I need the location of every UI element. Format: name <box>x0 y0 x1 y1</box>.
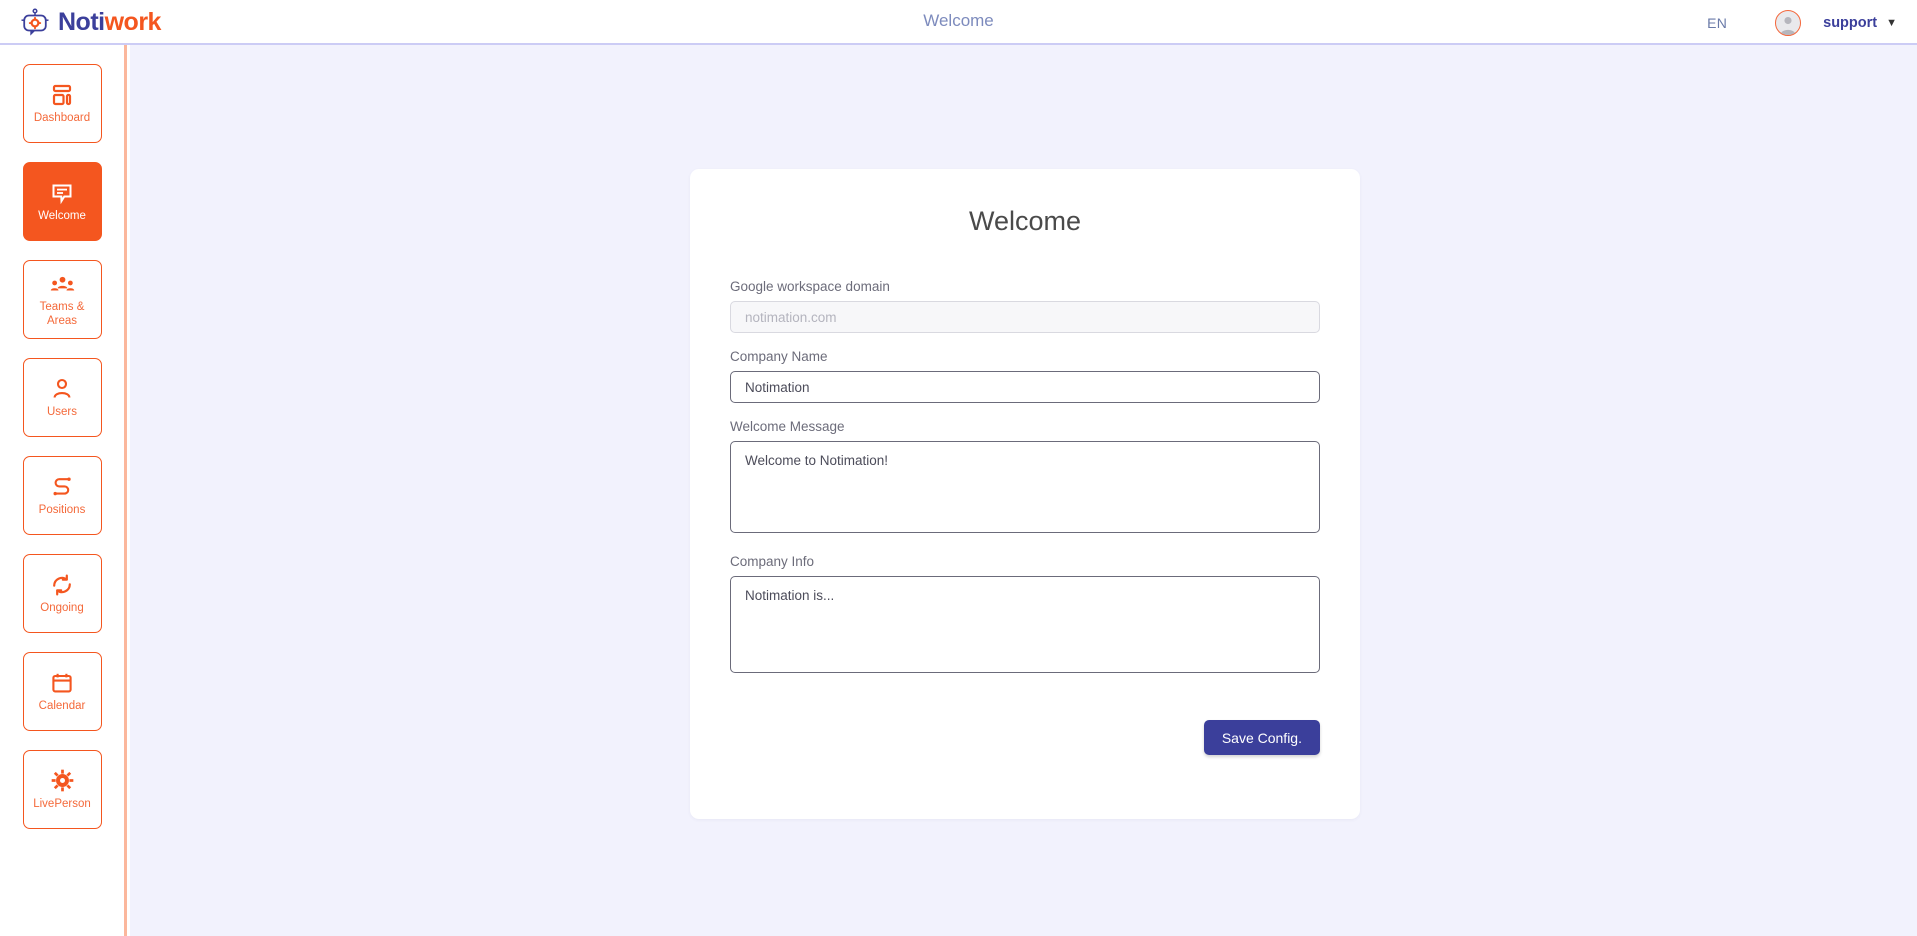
sidebar-item-ongoing[interactable]: Ongoing <box>22 554 102 633</box>
field-company-name: Company Name <box>730 349 1320 403</box>
domain-input[interactable] <box>730 301 1320 333</box>
company-name-input[interactable] <box>730 371 1320 403</box>
gear-sun-icon <box>49 768 75 794</box>
sidebar: Dashboard Welcome Teams & Areas Users Po… <box>0 45 127 936</box>
sidebar-item-dashboard[interactable]: Dashboard <box>22 64 102 143</box>
form-actions: Save Config. <box>730 720 1320 755</box>
header-actions: EN support ▼ <box>1707 0 1897 45</box>
calendar-icon <box>49 670 75 696</box>
domain-label: Google workspace domain <box>730 279 890 294</box>
app-header: Notiwork Welcome EN support ▼ <box>0 0 1917 45</box>
sidebar-item-positions[interactable]: Positions <box>22 456 102 535</box>
avatar[interactable] <box>1775 9 1802 36</box>
field-company-info: Company Info <box>730 554 1320 678</box>
welcome-config-card: Welcome Google workspace domain Company … <box>690 169 1360 819</box>
company-info-label: Company Info <box>730 554 815 569</box>
sidebar-item-users[interactable]: Users <box>22 358 102 437</box>
save-config-button[interactable]: Save Config. <box>1203 720 1320 755</box>
sidebar-item-label: Calendar <box>38 699 86 712</box>
sidebar-item-liveperson[interactable]: LivePerson <box>22 750 102 829</box>
company-name-label: Company Name <box>730 349 828 364</box>
card-title: Welcome <box>968 206 1082 236</box>
teams-icon <box>49 271 75 297</box>
field-google-workspace-domain: Google workspace domain <box>730 279 1320 333</box>
company-info-textarea[interactable] <box>730 576 1320 673</box>
dashboard-icon <box>49 82 75 108</box>
sidebar-item-welcome[interactable]: Welcome <box>22 162 102 241</box>
language-selector[interactable]: EN <box>1707 15 1727 31</box>
welcome-message-label: Welcome Message <box>730 419 845 434</box>
page-title: Welcome <box>923 11 994 30</box>
chevron-down-icon[interactable]: ▼ <box>1886 17 1897 29</box>
sidebar-item-label: Positions <box>38 503 86 516</box>
sidebar-item-label: Teams & Areas <box>39 301 85 327</box>
user-menu-label[interactable]: support <box>1823 15 1877 31</box>
main-content: Welcome Google workspace domain Company … <box>130 45 1917 936</box>
sidebar-item-teams-areas[interactable]: Teams & Areas <box>22 260 102 339</box>
user-avatar-icon <box>1780 16 1796 35</box>
field-welcome-message: Welcome Message <box>730 419 1320 538</box>
sidebar-item-label: Ongoing <box>40 601 84 614</box>
sidebar-item-label: LivePerson <box>33 797 91 810</box>
speech-bubble-icon <box>49 180 75 206</box>
sidebar-item-label: Dashboard <box>33 111 91 124</box>
welcome-config-form: Google workspace domain Company Name Wel… <box>710 279 1340 755</box>
refresh-icon <box>49 572 75 598</box>
welcome-message-textarea[interactable] <box>730 441 1320 533</box>
route-icon <box>49 474 75 500</box>
sidebar-item-calendar[interactable]: Calendar <box>22 652 102 731</box>
sidebar-item-label: Users <box>46 405 78 418</box>
sidebar-item-label: Welcome <box>38 209 86 222</box>
user-icon <box>49 376 75 402</box>
